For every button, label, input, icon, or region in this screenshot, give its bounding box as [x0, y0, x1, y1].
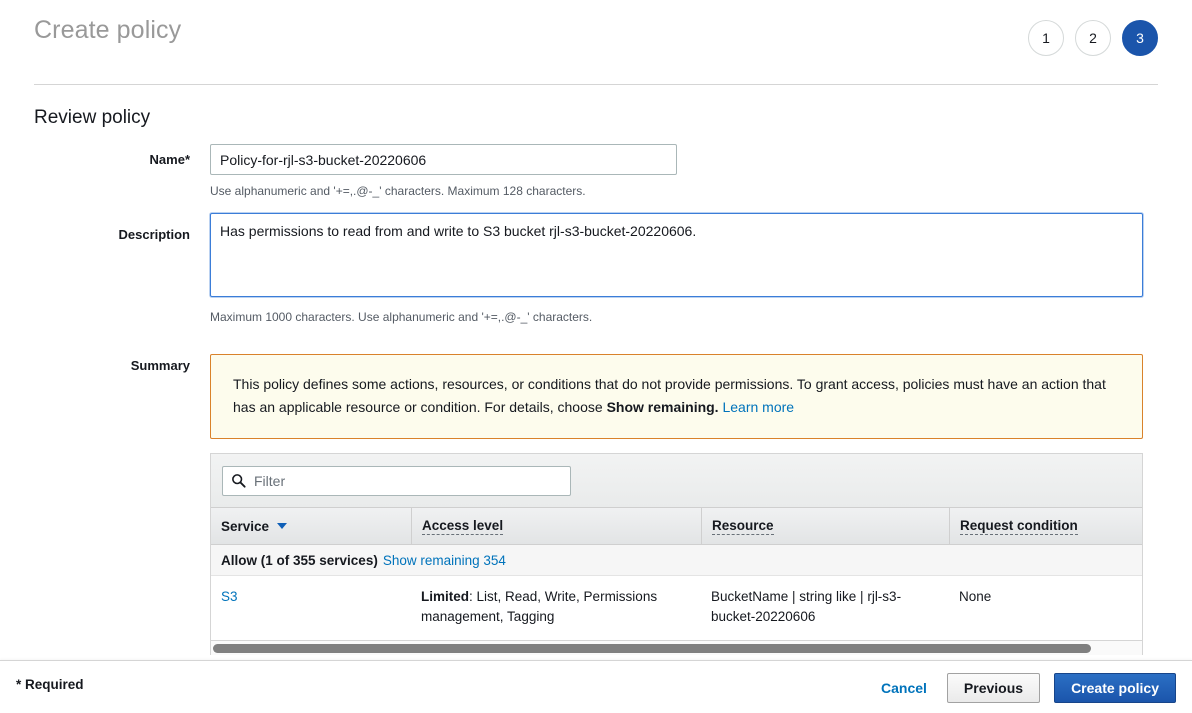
show-remaining-link[interactable]: Show remaining 354	[383, 553, 506, 568]
access-level-prefix: Limited	[421, 589, 469, 604]
column-header-resource[interactable]: Resource	[701, 508, 949, 544]
permissions-summary-table: Service Access level Resource Request co…	[210, 453, 1143, 643]
table-header-row: Service Access level Resource Request co…	[211, 508, 1142, 545]
cell-service: S3	[211, 587, 411, 626]
description-helper-text: Maximum 1000 characters. Use alphanumeri…	[210, 310, 592, 324]
learn-more-link[interactable]: Learn more	[722, 399, 794, 415]
filter-input[interactable]	[222, 466, 571, 496]
cell-resource: BucketName | string like | rjl-s3-bucket…	[701, 587, 949, 626]
summary-warning-callout: This policy defines some actions, resour…	[210, 354, 1143, 439]
summary-label: Summary	[30, 358, 190, 373]
table-row: S3 Limited: List, Read, Write, Permissio…	[211, 576, 1142, 638]
callout-emphasis: Show remaining.	[607, 399, 719, 415]
name-helper-text: Use alphanumeric and '+=,.@-_' character…	[210, 184, 586, 198]
previous-button[interactable]: Previous	[947, 673, 1040, 703]
create-policy-page: Create policy 1 2 3 Review policy Name* …	[0, 0, 1192, 713]
page-title: Create policy	[34, 16, 181, 45]
column-header-service-label: Service	[221, 519, 269, 534]
column-header-access-level[interactable]: Access level	[411, 508, 701, 544]
cell-request-condition: None	[949, 587, 1142, 626]
name-label: Name*	[30, 152, 190, 167]
service-link-s3[interactable]: S3	[221, 589, 238, 604]
footer-actions: Cancel Previous Create policy	[875, 673, 1176, 703]
filter-box	[222, 466, 571, 496]
step-1[interactable]: 1	[1028, 20, 1064, 56]
column-header-resource-label: Resource	[712, 518, 774, 535]
sort-descending-icon	[277, 523, 287, 529]
group-row-label: Allow (1 of 355 services)	[221, 553, 378, 568]
column-header-request-condition[interactable]: Request condition	[949, 508, 1142, 544]
scrollbar-thumb[interactable]	[213, 644, 1091, 653]
column-header-service[interactable]: Service	[211, 508, 411, 544]
page-footer: * Required Cancel Previous Create policy	[0, 660, 1192, 713]
policy-name-input[interactable]	[210, 144, 677, 175]
create-policy-button[interactable]: Create policy	[1054, 673, 1176, 703]
step-2[interactable]: 2	[1075, 20, 1111, 56]
cell-access-level: Limited: List, Read, Write, Permissions …	[411, 587, 701, 626]
step-indicator: 1 2 3	[1028, 20, 1158, 56]
section-title: Review policy	[34, 107, 150, 129]
column-header-request-condition-label: Request condition	[960, 518, 1078, 535]
header-divider	[34, 84, 1158, 85]
column-header-access-level-label: Access level	[422, 518, 503, 535]
required-note: * Required	[16, 677, 84, 692]
cancel-button[interactable]: Cancel	[875, 673, 933, 703]
table-group-row: Allow (1 of 355 services) Show remaining…	[211, 545, 1142, 576]
table-filter-bar	[211, 454, 1142, 508]
table-horizontal-scrollbar[interactable]	[210, 640, 1143, 655]
policy-description-textarea[interactable]	[210, 213, 1143, 297]
description-label: Description	[30, 227, 190, 242]
step-3[interactable]: 3	[1122, 20, 1158, 56]
